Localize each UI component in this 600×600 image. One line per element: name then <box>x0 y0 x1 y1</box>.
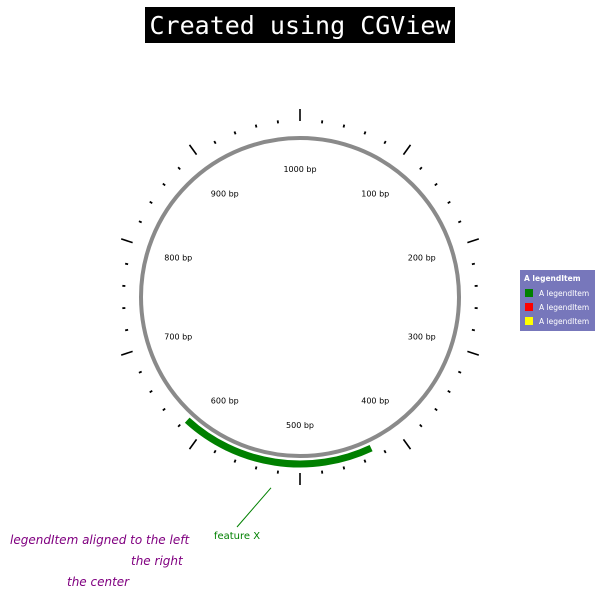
tick-mark <box>149 390 153 394</box>
tick-mark <box>149 200 153 204</box>
tick-mark <box>188 144 198 156</box>
circular-map: 100 bp 200 bp 300 bp 400 bp 500 bp 600 bp 700 … <box>120 109 480 542</box>
legend-title: A legendItem <box>524 274 581 283</box>
tick-label: 1000 bp <box>283 165 316 174</box>
tick-mark <box>120 238 133 244</box>
tick-mark <box>363 131 367 135</box>
tick-mark <box>233 459 237 463</box>
tick-mark <box>254 466 258 470</box>
tick-mark <box>233 131 237 135</box>
legend-swatch <box>525 303 533 311</box>
tick-mark <box>120 350 133 356</box>
tick-mark <box>138 370 143 374</box>
legend-item-label: A legendItem <box>539 288 590 298</box>
feature-x-arc[interactable] <box>184 417 373 468</box>
legend-item: A legendItem <box>525 288 589 298</box>
tick-mark <box>447 200 451 204</box>
tick-mark <box>383 140 387 145</box>
tick-mark <box>467 238 480 244</box>
tick-mark <box>162 407 166 412</box>
legend-item: A legendItem <box>525 302 589 312</box>
tick-mark <box>162 182 166 187</box>
tick-labels: 100 bp 200 bp 300 bp 400 bp 500 bp 600 bp 700 … <box>164 165 435 430</box>
note-right: the right <box>131 554 183 568</box>
title-banner: Created using CGView <box>145 7 455 43</box>
note-left: legendItem aligned to the left <box>10 533 190 547</box>
tick-label: 800 bp <box>164 253 192 262</box>
tick-label: 100 bp <box>361 189 389 198</box>
tick-mark <box>471 262 476 266</box>
tick-mark <box>342 124 346 128</box>
tick-mark <box>383 449 387 454</box>
tick-mark <box>467 350 480 356</box>
legend: A legendItem A legendItem A legendItem A… <box>520 270 595 331</box>
tick-mark <box>177 166 181 171</box>
legend-item-label: A legendItem <box>539 316 590 326</box>
backbone-ring <box>139 136 461 458</box>
tick-label: 500 bp <box>286 421 314 430</box>
legend-swatch <box>525 289 533 297</box>
legend-swatch <box>525 317 533 325</box>
tick-mark <box>177 423 181 428</box>
tick-mark <box>213 449 217 454</box>
tick-mark <box>447 390 451 394</box>
tick-mark <box>342 466 346 470</box>
tick-label: 600 bp <box>211 397 239 406</box>
tick-mark <box>434 407 438 412</box>
legend-item-label: A legendItem <box>539 302 590 312</box>
tick-mark <box>213 140 217 145</box>
tick-label: 200 bp <box>408 253 436 262</box>
tick-mark <box>124 328 129 332</box>
tick-mark <box>188 438 198 450</box>
tick-label: 700 bp <box>164 333 192 342</box>
tick-mark <box>402 144 412 156</box>
tick-mark <box>457 220 462 224</box>
tick-mark <box>402 438 412 450</box>
note-center: the center <box>67 575 130 589</box>
feature-x-label: feature X <box>214 531 260 542</box>
tick-mark <box>254 124 258 128</box>
tick-label: 900 bp <box>211 189 239 198</box>
tick-mark <box>138 220 143 224</box>
tick-label: 400 bp <box>361 397 389 406</box>
tick-mark <box>419 423 423 428</box>
feature-x-leader-line <box>236 487 272 528</box>
title-text: Created using CGView <box>149 10 451 40</box>
tick-mark <box>124 262 129 266</box>
tick-mark <box>434 182 438 187</box>
tick-mark <box>471 328 476 332</box>
tick-mark <box>363 459 367 463</box>
tick-mark <box>457 370 462 374</box>
legend-item: A legendItem <box>525 316 589 326</box>
tick-mark <box>419 166 423 171</box>
tick-label: 300 bp <box>408 333 436 342</box>
